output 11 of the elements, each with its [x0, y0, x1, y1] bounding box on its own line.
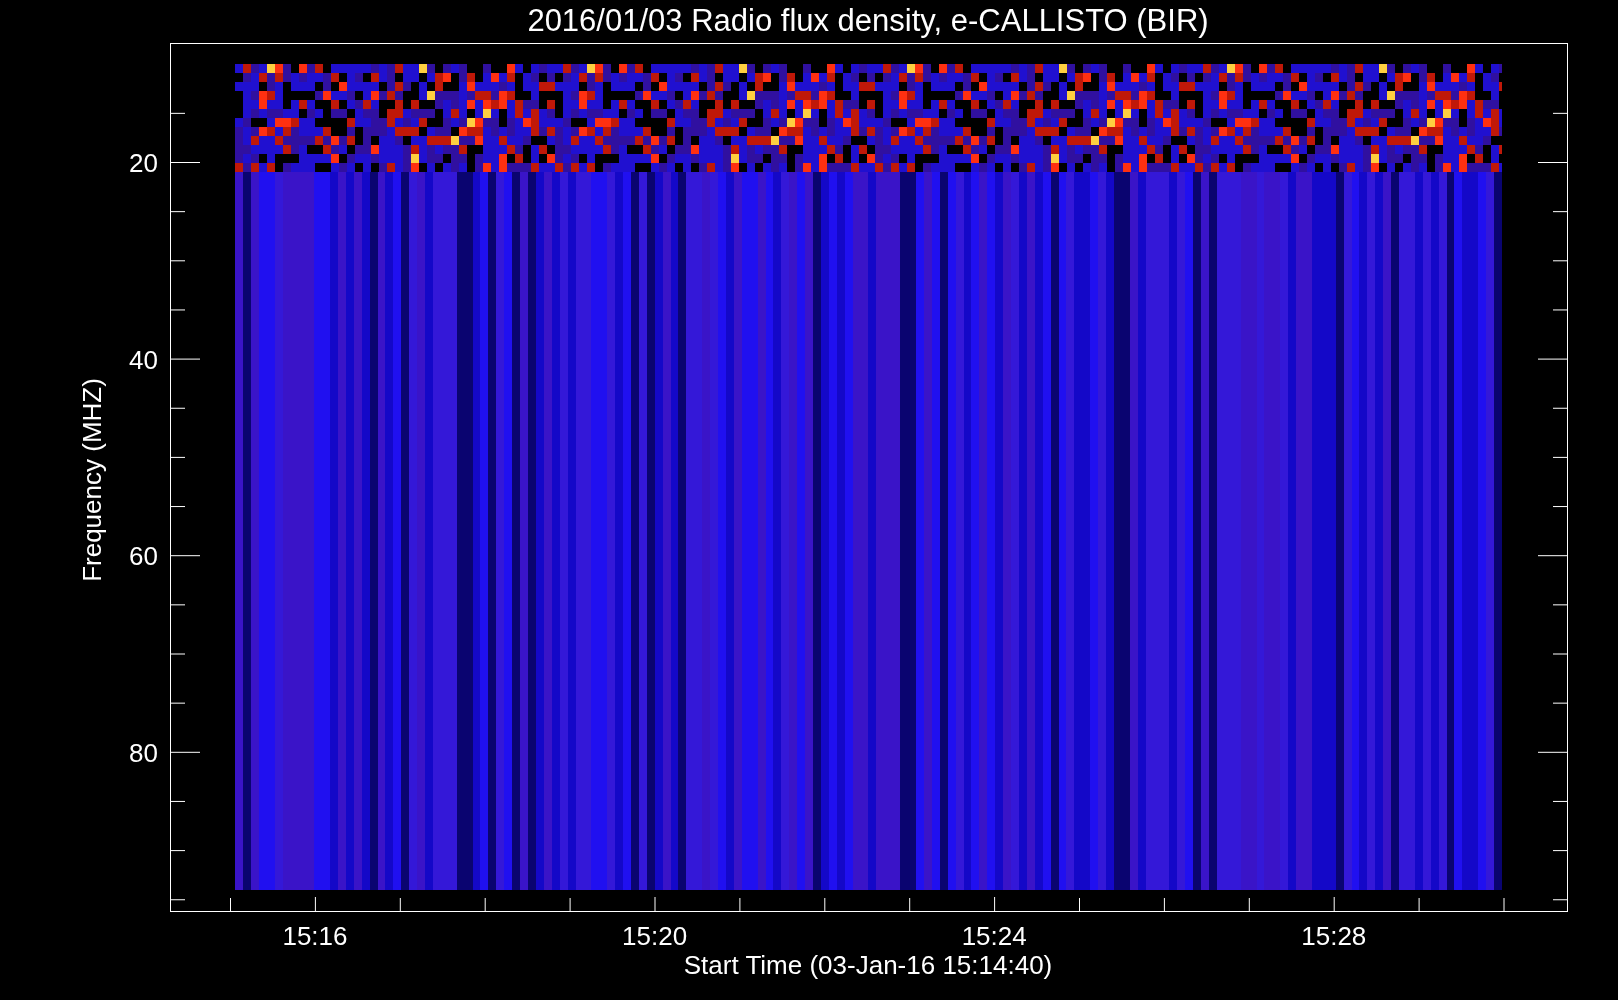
- x-axis-label: Start Time (03-Jan-16 15:14:40): [683, 950, 1053, 980]
- y-tick-label: 60: [129, 541, 158, 572]
- y-tick-label: 20: [129, 148, 158, 178]
- x-tick-label: 15:28: [1301, 921, 1367, 951]
- plot-title: 2016/01/03 Radio flux density, e-CALLISTO (BIR): [527, 3, 1209, 38]
- y-tick-label: 80: [129, 737, 158, 768]
- x-tick-label: 15:24: [961, 921, 1027, 951]
- y-axis-label: Frequency (MHZ): [77, 378, 107, 582]
- x-tick-label: 15:16: [282, 921, 348, 951]
- y-tick-label: 40: [129, 344, 158, 375]
- x-tick-label: 15:20: [622, 921, 688, 951]
